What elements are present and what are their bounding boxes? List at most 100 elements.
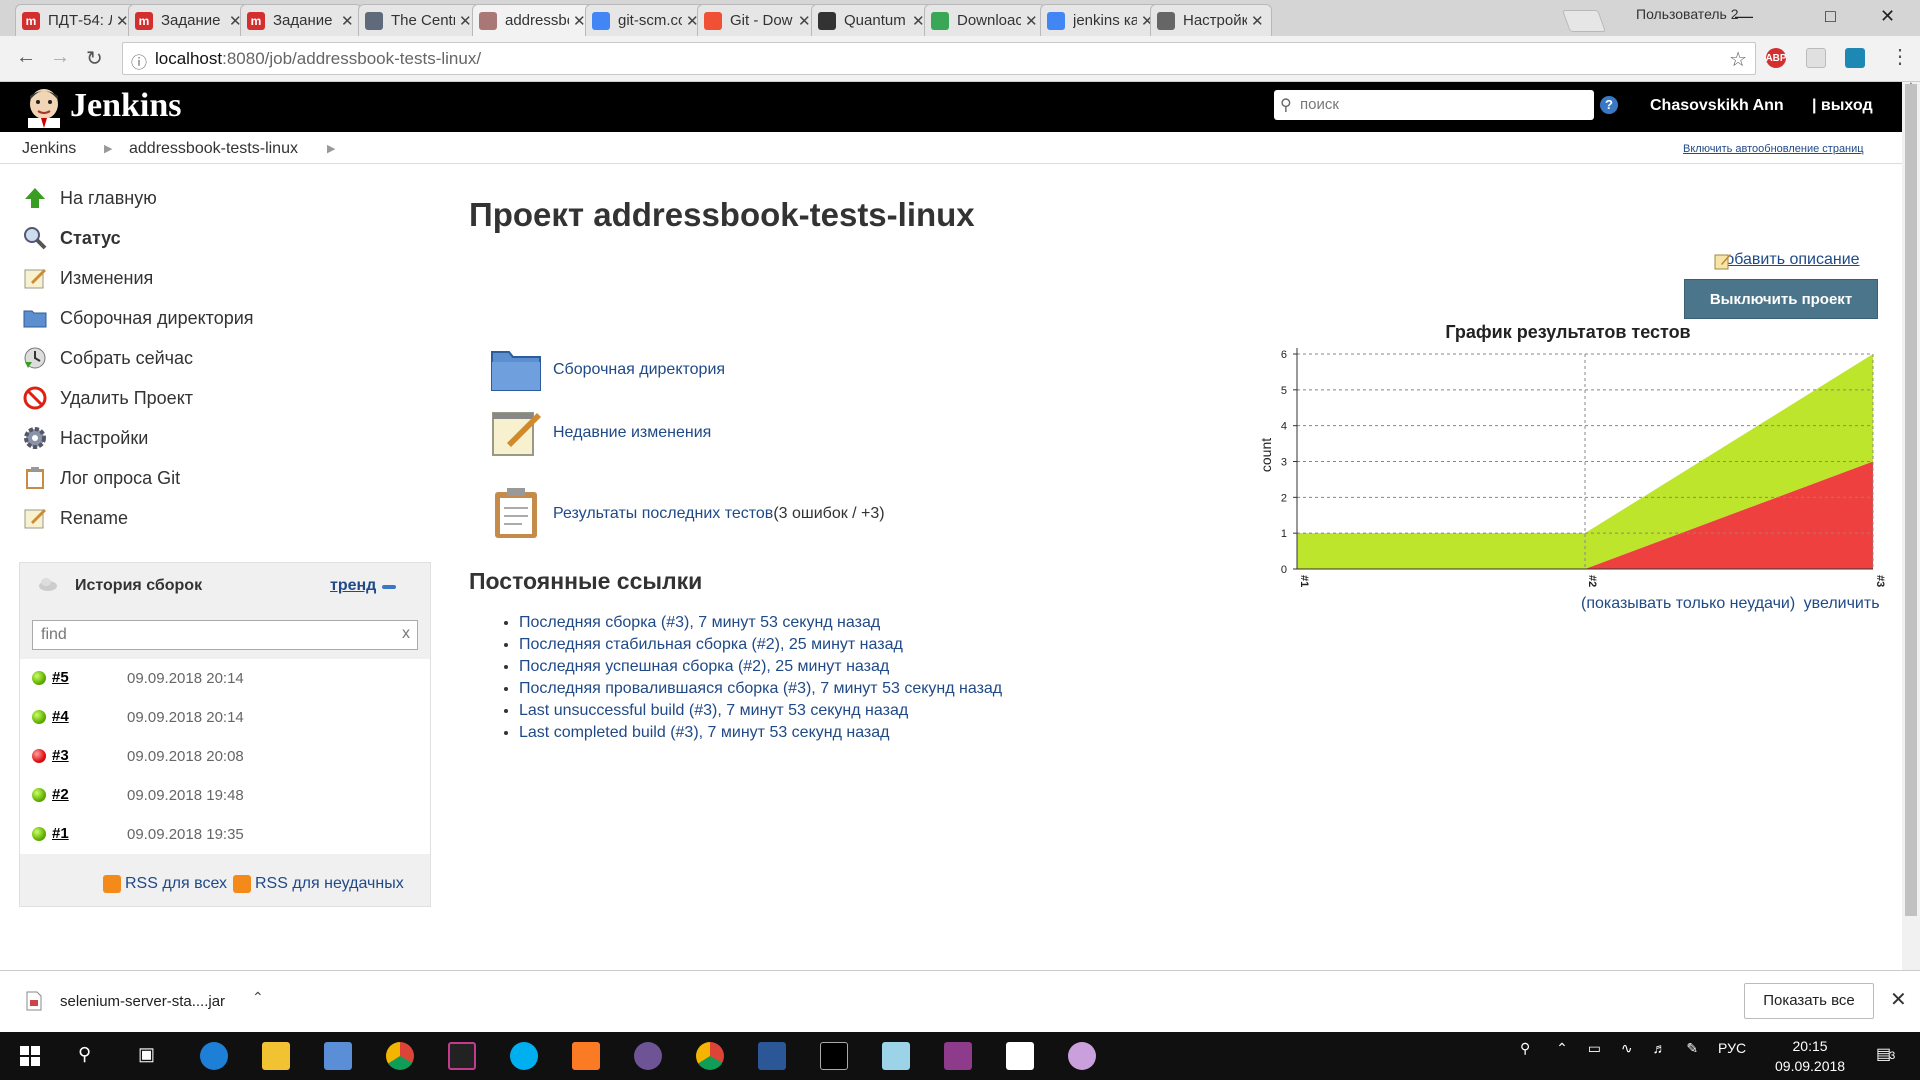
address-bar[interactable]: ⓘ localhost:8080/job/addressbook-tests-l… xyxy=(122,42,1756,75)
chrome-icon[interactable] xyxy=(386,1042,414,1070)
info-icon[interactable]: ⓘ xyxy=(131,49,147,73)
sidebar-task-8[interactable]: Лог опроса Git xyxy=(22,463,180,493)
only-failures-link[interactable]: (показывать только неудачи) xyxy=(1581,595,1795,612)
trend-link[interactable]: тренд xyxy=(330,577,376,595)
trend-icon[interactable] xyxy=(382,585,396,589)
chrome-active-icon[interactable] xyxy=(696,1042,724,1070)
edge-icon[interactable] xyxy=(200,1042,228,1070)
folder-icon[interactable] xyxy=(489,342,545,398)
build-date[interactable]: 09.09.2018 20:14 xyxy=(127,670,244,687)
project-link-label[interactable]: Сборочная директория xyxy=(553,361,725,379)
build-date[interactable]: 09.09.2018 19:35 xyxy=(127,826,244,843)
build-number-link[interactable]: #4 xyxy=(52,708,69,725)
build-number-link[interactable]: #1 xyxy=(52,825,69,842)
sidebar-task-6[interactable]: Удалить Проект xyxy=(22,383,193,413)
logout-link[interactable]: | выход xyxy=(1812,97,1873,115)
windows-start-icon[interactable] xyxy=(20,1046,40,1066)
build-date[interactable]: 09.09.2018 20:08 xyxy=(127,748,244,765)
volume-icon[interactable]: ♬ xyxy=(1653,1040,1667,1056)
notification-icon[interactable]: ▤3 xyxy=(1876,1044,1895,1064)
sidebar-task-9[interactable]: Rename xyxy=(22,503,128,533)
build-status-icon[interactable] xyxy=(32,788,46,802)
edit-icon[interactable] xyxy=(1714,252,1732,270)
build-status-icon[interactable] xyxy=(32,749,46,763)
chevron-up-icon[interactable]: ⌃ xyxy=(252,989,264,1006)
build-filter-input[interactable]: find x xyxy=(32,620,418,650)
tab-8[interactable]: Quantum ✕ xyxy=(811,4,933,36)
save-icon[interactable] xyxy=(758,1042,786,1070)
wifi-icon[interactable]: ∿ xyxy=(1621,1040,1633,1056)
pen-icon[interactable]: ✎ xyxy=(1686,1040,1698,1056)
close-tab-icon[interactable]: ✕ xyxy=(341,12,355,30)
close-tab-icon[interactable]: ✕ xyxy=(798,12,812,30)
show-all-downloads-button[interactable]: Показать все xyxy=(1744,983,1874,1019)
page-scrollbar[interactable]: ▲ xyxy=(1902,80,1920,970)
tab-2[interactable]: m Задание ✕ xyxy=(128,4,250,36)
sidebar-task-3[interactable]: Изменения xyxy=(22,263,153,293)
clock[interactable]: 20:15 09.09.2018 xyxy=(1775,1036,1845,1076)
adblock-icon[interactable]: ABP xyxy=(1765,48,1787,68)
build-number-link[interactable]: #3 xyxy=(52,747,69,764)
download-filename[interactable]: selenium-server-sta....jar xyxy=(60,993,225,1010)
tab-4[interactable]: The Centr ✕ xyxy=(358,4,480,36)
clapper-icon[interactable] xyxy=(1006,1042,1034,1070)
permalink-link[interactable]: Последняя успешная сборка (#2), 25 минут… xyxy=(519,658,889,675)
tab-10[interactable]: jenkins ка ✕ xyxy=(1040,4,1162,36)
permalink-link[interactable]: Last completed build (#3), 7 минут 53 се… xyxy=(519,724,890,741)
build-status-icon[interactable] xyxy=(32,710,46,724)
user-link[interactable]: Chasovskikh Ann xyxy=(1650,97,1784,115)
people-icon[interactable]: ⚲ xyxy=(1520,1040,1530,1056)
build-status-icon[interactable] xyxy=(32,671,46,685)
sidebar-task-7[interactable]: Настройки xyxy=(22,423,148,453)
breadcrumb-job[interactable]: addressbook-tests-linux xyxy=(129,140,298,158)
back-icon[interactable]: ← xyxy=(16,46,36,69)
notepad-icon[interactable] xyxy=(489,405,545,461)
minimize-icon[interactable]: — xyxy=(1735,6,1753,27)
project-link-label[interactable]: Результаты последних тестов xyxy=(553,505,773,523)
permalink-link[interactable]: Последняя провалившаяся сборка (#3), 7 м… xyxy=(519,680,1002,697)
test-results-chart[interactable]: График результатов тестов count 0 1 2 3 4 5 6 #… xyxy=(1257,318,1897,608)
disable-project-button[interactable]: Выключить проект xyxy=(1684,279,1878,319)
battery-icon[interactable]: ▭ xyxy=(1588,1040,1601,1056)
reload-icon[interactable]: ↻ xyxy=(86,46,103,71)
rss-failed-link[interactable]: RSS для неудачных xyxy=(255,875,404,893)
chevron-right-icon[interactable]: ▶ xyxy=(327,142,335,155)
tab-5[interactable]: addressbo ✕ xyxy=(472,4,594,36)
terminal-icon[interactable] xyxy=(820,1042,848,1070)
rss-all-link[interactable]: RSS для всех xyxy=(125,875,227,893)
sidebar-task-1[interactable]: На главную xyxy=(22,183,157,213)
store-icon[interactable] xyxy=(324,1042,352,1070)
auto-refresh-link[interactable]: Включить автообновление страниц xyxy=(1683,143,1864,155)
search-input[interactable]: ⚲ поиск xyxy=(1274,90,1594,120)
bookmark-star-icon[interactable]: ☆ xyxy=(1729,47,1747,72)
winrar-icon[interactable] xyxy=(944,1042,972,1070)
build-number-link[interactable]: #2 xyxy=(52,786,69,803)
tab-9[interactable]: Downloac ✕ xyxy=(924,4,1046,36)
file-explorer-icon[interactable] xyxy=(262,1042,290,1070)
tab-11[interactable]: Настройк ✕ xyxy=(1150,4,1272,36)
tab-1[interactable]: m ПДТ-54: Л ✕ xyxy=(15,4,137,36)
project-link-label[interactable]: Недавние изменения xyxy=(553,424,711,442)
sidebar-task-5[interactable]: Собрать сейчас xyxy=(22,343,193,373)
paint-icon[interactable] xyxy=(1068,1042,1096,1070)
menu-icon[interactable]: ⋮ xyxy=(1890,44,1910,69)
intellij-icon[interactable] xyxy=(448,1042,476,1070)
profile-name[interactable]: Пользователь 2 xyxy=(1636,6,1739,22)
sidebar-task-4[interactable]: Сборочная директория xyxy=(22,303,254,333)
close-tab-icon[interactable]: ✕ xyxy=(1025,12,1039,30)
sidebar-task-2[interactable]: Статус xyxy=(22,223,121,253)
app-icon[interactable] xyxy=(882,1042,910,1070)
enlarge-chart-link[interactable]: увеличить xyxy=(1804,595,1880,612)
extension-2-icon[interactable] xyxy=(1845,48,1865,68)
search-icon[interactable]: ⚲ xyxy=(78,1044,91,1065)
add-description-link[interactable]: добавить описание xyxy=(1716,251,1860,269)
clear-filter-icon[interactable]: x xyxy=(402,625,410,643)
build-status-icon[interactable] xyxy=(32,827,46,841)
task-view-icon[interactable]: ▣ xyxy=(138,1044,155,1065)
build-date[interactable]: 09.09.2018 20:14 xyxy=(127,709,244,726)
build-number-link[interactable]: #5 xyxy=(52,669,69,686)
breadcrumb-jenkins[interactable]: Jenkins xyxy=(22,140,76,158)
chevron-up-icon[interactable]: ⌃ xyxy=(1556,1040,1568,1056)
permalink-link[interactable]: Last unsuccessful build (#3), 7 минут 53… xyxy=(519,702,908,719)
help-icon[interactable]: ? xyxy=(1600,96,1618,114)
